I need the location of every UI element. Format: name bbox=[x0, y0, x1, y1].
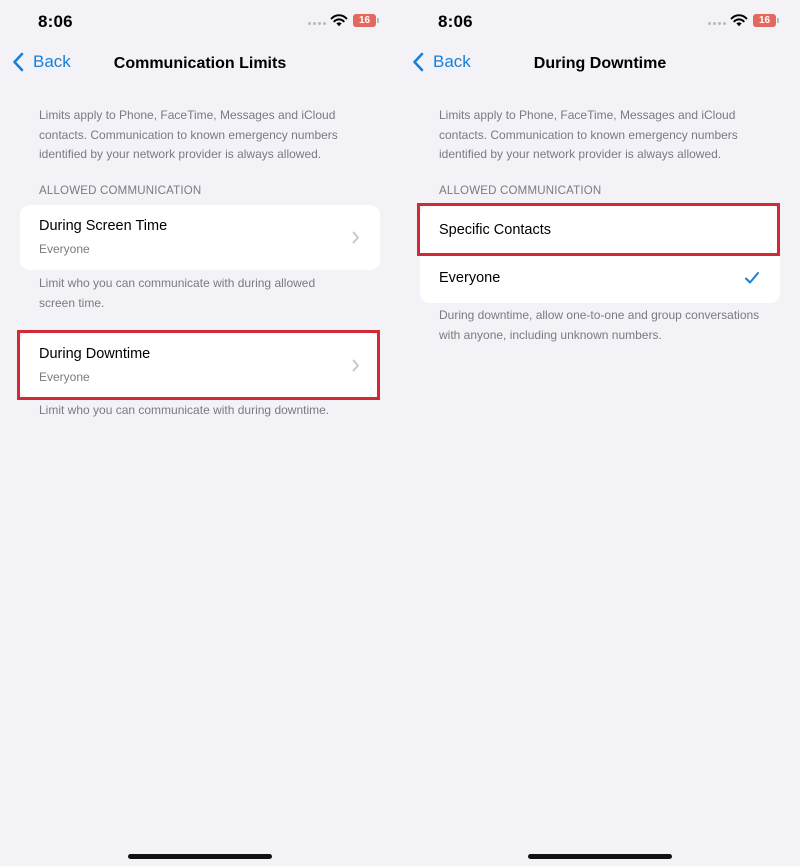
wifi-icon bbox=[330, 14, 348, 27]
battery-icon: 16 bbox=[753, 14, 779, 27]
checkmark-icon bbox=[745, 272, 759, 284]
options-footer: During downtime, allow one-to-one and gr… bbox=[439, 308, 760, 342]
screen-during-downtime: 8:06 16 Back During Downtime Limits appl… bbox=[400, 0, 800, 866]
battery-level: 16 bbox=[358, 15, 371, 26]
status-time: 8:06 bbox=[438, 12, 473, 31]
stage: 8:06 16 Back Communication Limits Limits… bbox=[0, 0, 800, 866]
screen-communication-limits: 8:06 16 Back Communication Limits Limits… bbox=[0, 0, 400, 866]
during-screen-time-row[interactable]: During Screen Time Everyone bbox=[20, 205, 380, 270]
row-footer: Limit who you can communicate with durin… bbox=[39, 276, 316, 310]
limits-description: Limits apply to Phone, FaceTime, Message… bbox=[39, 108, 338, 161]
page-title: During Downtime bbox=[533, 55, 667, 72]
row-subtitle: Everyone bbox=[39, 242, 90, 256]
chevron-right-icon bbox=[352, 231, 359, 244]
nav-bar: Back During Downtime bbox=[400, 44, 800, 84]
section-header: ALLOWED COMMUNICATION bbox=[39, 185, 202, 197]
signal-icon bbox=[708, 22, 726, 25]
row-title: During Screen Time bbox=[39, 218, 168, 234]
nav-bar: Back Communication Limits bbox=[0, 44, 400, 84]
status-time: 8:06 bbox=[38, 12, 73, 31]
battery-icon: 16 bbox=[353, 14, 379, 27]
limits-description: Limits apply to Phone, FaceTime, Message… bbox=[439, 108, 738, 161]
home-indicator[interactable] bbox=[128, 854, 272, 859]
home-indicator[interactable] bbox=[528, 854, 672, 859]
highlight-box bbox=[17, 330, 380, 400]
status-bar: 8:06 16 bbox=[0, 0, 400, 44]
option-label: Everyone bbox=[439, 270, 501, 286]
section-header: ALLOWED COMMUNICATION bbox=[439, 185, 602, 197]
battery-level: 16 bbox=[758, 15, 771, 26]
wifi-icon bbox=[730, 14, 748, 27]
row-footer: Limit who you can communicate with durin… bbox=[39, 403, 330, 417]
page-title: Communication Limits bbox=[113, 55, 287, 72]
option-everyone[interactable]: Everyone bbox=[420, 255, 780, 303]
status-bar: 8:06 16 bbox=[400, 0, 800, 44]
highlight-box bbox=[417, 203, 780, 256]
signal-icon bbox=[308, 22, 326, 25]
